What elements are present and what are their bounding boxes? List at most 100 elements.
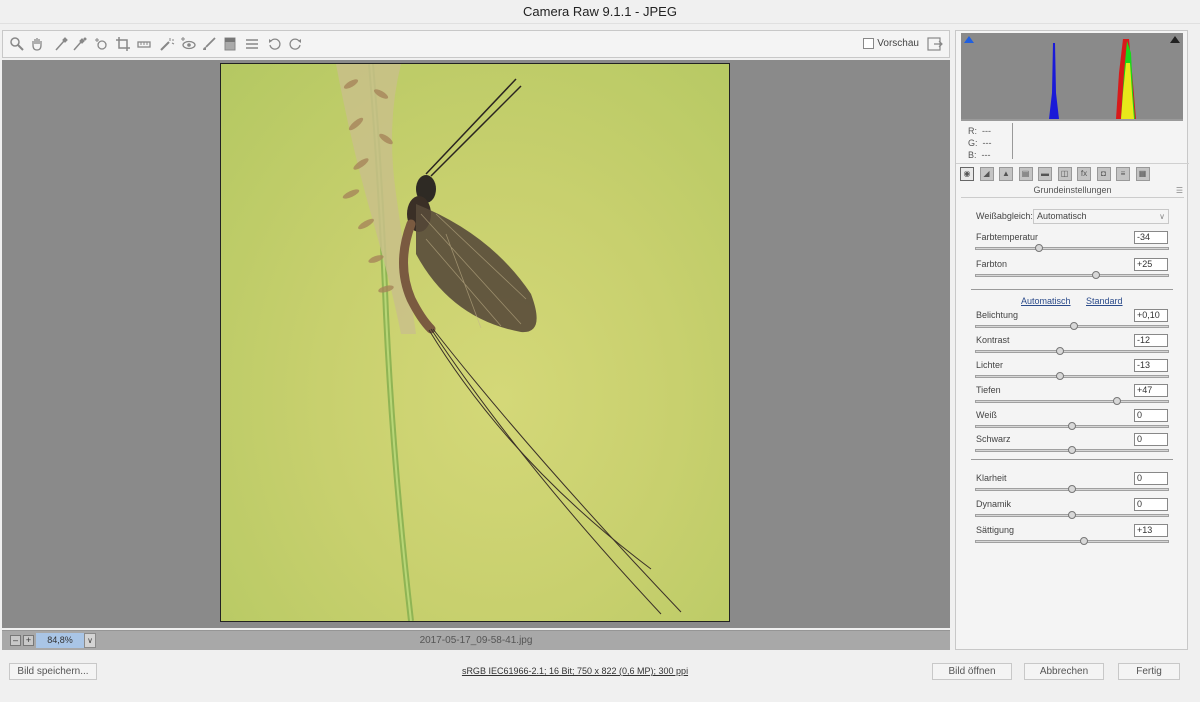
preview-toggle[interactable]: Vorschau [863,38,919,49]
saettigung-slider-thumb[interactable] [1080,537,1089,545]
straighten-icon[interactable] [136,36,152,52]
tab-split-toning-icon[interactable]: ▬ [1038,167,1052,181]
lichter-slider-thumb[interactable] [1055,372,1064,380]
presets-list-icon[interactable] [244,36,260,52]
farbton-label: Farbton [976,259,1008,269]
image-preview [220,63,730,622]
schwarz-value-input[interactable]: 0 [1134,433,1168,446]
saettigung-value-input[interactable]: +13 [1134,524,1168,537]
klarheit-value-input[interactable]: 0 [1134,472,1168,485]
window-title: Camera Raw 9.1.1 - JPEG [0,0,1200,24]
preview-checkbox[interactable] [863,38,875,49]
fullscreen-icon[interactable] [927,37,943,51]
saettigung-label: Sättigung [976,525,1015,535]
tab-tone-curve-icon[interactable]: ◢ [979,167,994,181]
weiss-value-input[interactable]: 0 [1134,409,1168,422]
white-balance-icon[interactable] [53,36,69,52]
tab-camera-calibration-icon[interactable]: ◘ [1096,167,1111,181]
kontrast-label: Kontrast [976,335,1010,345]
tab-detail-icon[interactable]: ▲ [999,167,1013,181]
belichtung-slider-thumb[interactable] [1069,322,1078,330]
farbtemperatur-value-input[interactable]: -34 [1134,231,1168,244]
weiss-slider-thumb[interactable] [1068,422,1076,430]
tab-presets-icon[interactable]: ≡ [1116,167,1130,181]
color-sampler-icon[interactable] [71,36,87,52]
highlight-clipping-icon[interactable] [1170,36,1180,43]
histogram [961,33,1183,121]
tab-effects-icon[interactable]: fx [1077,167,1091,181]
tiefen-slider-thumb[interactable] [1113,397,1122,405]
klarheit-label: Klarheit [976,473,1007,483]
saettigung-slider[interactable] [975,537,1169,545]
section-separator [971,459,1173,460]
schwarz-label: Schwarz [976,434,1011,444]
belichtung-slider[interactable] [975,322,1169,330]
b-label: B: [968,150,977,160]
spot-removal-icon[interactable] [159,36,175,52]
belichtung-value-input[interactable]: +0,10 [1134,309,1168,322]
tab-snapshots-icon[interactable]: ▦ [1135,167,1150,181]
lichter-label: Lichter [976,360,1004,370]
save-image-button[interactable]: Bild speichern... [9,663,97,680]
kontrast-slider-thumb[interactable] [1056,347,1065,355]
zoom-icon[interactable] [9,36,25,52]
white-balance-select[interactable]: Automatisch ∨ [1033,209,1169,224]
panel-title: Grundeinstellungen [1033,185,1112,195]
g-label: G: [968,138,978,148]
farbton-slider-thumb[interactable] [1092,271,1100,279]
rotate-left-icon[interactable] [267,36,283,52]
red-eye-icon[interactable] [180,36,196,52]
dynamik-value-input[interactable]: 0 [1134,498,1168,511]
adjustment-brush-icon[interactable] [201,36,217,52]
b-value: --- [981,150,991,160]
g-value: --- [982,138,992,148]
weiss-slider[interactable] [975,422,1169,430]
tab-basic-icon[interactable]: ◉ [960,167,974,181]
crop-icon[interactable] [115,36,131,52]
lichter-value-input[interactable]: -13 [1134,359,1168,372]
rotate-right-icon[interactable] [287,36,303,52]
farbtemperatur-slider[interactable] [975,244,1169,252]
targeted-adjustment-icon[interactable] [93,36,109,52]
r-value: --- [982,126,992,136]
hand-icon[interactable] [29,36,45,52]
lichter-slider[interactable] [975,372,1169,380]
panel-menu-icon[interactable]: ☰ [1176,186,1183,195]
default-link[interactable]: Standard [1086,296,1123,306]
preview-label: Vorschau [877,38,919,49]
adjustment-panel: R: --- G: --- B: --- ◉ ◢ ▲ ▤ ▬ ◫ fx ◘ ≡ ▦ Grundei… [955,30,1189,650]
farbton-value-input[interactable]: +25 [1134,258,1168,271]
white-balance-label: Weißabgleich: [976,211,1033,221]
open-image-button[interactable]: Bild öffnen [932,663,1012,680]
r-label: R: [968,126,977,136]
image-canvas[interactable] [2,60,950,628]
farbton-slider[interactable] [975,271,1169,279]
kontrast-slider[interactable] [975,347,1169,355]
filename-label: 2017-05-17_09-58-41.jpg [419,635,533,646]
panel-tabs: ◉ ◢ ▲ ▤ ▬ ◫ fx ◘ ≡ ▦ [956,163,1189,183]
tiefen-value-input[interactable]: +47 [1134,384,1168,397]
belichtung-label: Belichtung [976,310,1019,320]
tiefen-label: Tiefen [976,385,1001,395]
farbtemperatur-slider-thumb[interactable] [1035,244,1044,252]
done-button[interactable]: Fertig [1118,663,1180,680]
klarheit-slider-thumb[interactable] [1068,485,1076,493]
schwarz-slider[interactable] [975,446,1169,454]
shadow-clipping-icon[interactable] [964,36,974,43]
kontrast-value-input[interactable]: -12 [1134,334,1168,347]
toolbar: Vorschau [2,30,950,58]
klarheit-slider[interactable] [975,485,1169,493]
farbtemperatur-label: Farbtemperatur [976,232,1039,242]
tiefen-slider[interactable] [975,397,1169,405]
tab-lens-icon[interactable]: ◫ [1057,167,1072,181]
cancel-button[interactable]: Abbrechen [1024,663,1104,680]
dynamik-slider[interactable] [975,511,1169,519]
schwarz-slider-thumb[interactable] [1068,446,1076,454]
tab-hsl-icon[interactable]: ▤ [1018,167,1033,181]
graduated-filter-icon[interactable] [222,36,238,52]
dynamik-slider-thumb[interactable] [1068,511,1076,519]
status-bar: – + 84,8% ∨ 2017-05-17_09-58-41.jpg [2,630,950,650]
workflow-options-link[interactable]: sRGB IEC61966-2.1; 16 Bit; 750 x 822 (0,… [420,666,730,676]
rgb-divider [1012,123,1013,159]
auto-link[interactable]: Automatisch [1021,296,1071,306]
